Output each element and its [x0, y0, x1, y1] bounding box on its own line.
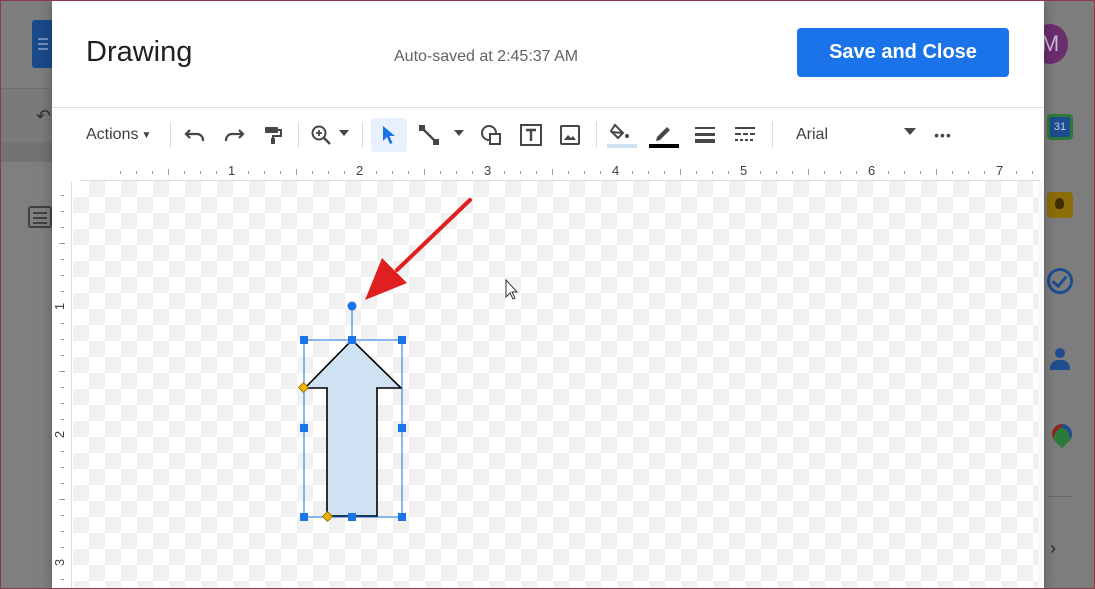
- up-arrow-shape[interactable]: [303, 338, 403, 517]
- calendar-icon: 31: [1047, 114, 1073, 140]
- annotation-arrow-line: [395, 198, 472, 272]
- resize-handle-se[interactable]: [398, 513, 406, 521]
- docs-logo-icon: [32, 20, 54, 68]
- drawing-dialog: Drawing Auto-saved at 2:45:37 AM Save an…: [52, 0, 1044, 589]
- resize-handle-s[interactable]: [348, 513, 356, 521]
- side-panel: [1044, 88, 1095, 589]
- resize-handle-e[interactable]: [398, 424, 406, 432]
- contacts-icon: [1047, 346, 1073, 372]
- docs-undo-icon: ↶: [36, 106, 52, 126]
- resize-handle-ne[interactable]: [398, 336, 406, 344]
- resize-handle-nw[interactable]: [300, 336, 308, 344]
- adjust-handle-head[interactable]: [297, 381, 310, 394]
- keep-icon: [1047, 192, 1073, 218]
- side-divider: [1048, 496, 1072, 497]
- rotation-handle[interactable]: [347, 301, 357, 311]
- resize-handle-sw[interactable]: [300, 513, 308, 521]
- tasks-icon: [1047, 268, 1073, 294]
- chevron-right-icon: ›: [1050, 538, 1056, 558]
- drawing-overlay: [297, 198, 519, 523]
- resize-handle-n[interactable]: [348, 336, 356, 344]
- resize-handle-w[interactable]: [300, 424, 308, 432]
- docs-outline-icon: [28, 206, 52, 228]
- mouse-cursor-icon: [505, 278, 519, 300]
- maps-icon: [1047, 422, 1073, 448]
